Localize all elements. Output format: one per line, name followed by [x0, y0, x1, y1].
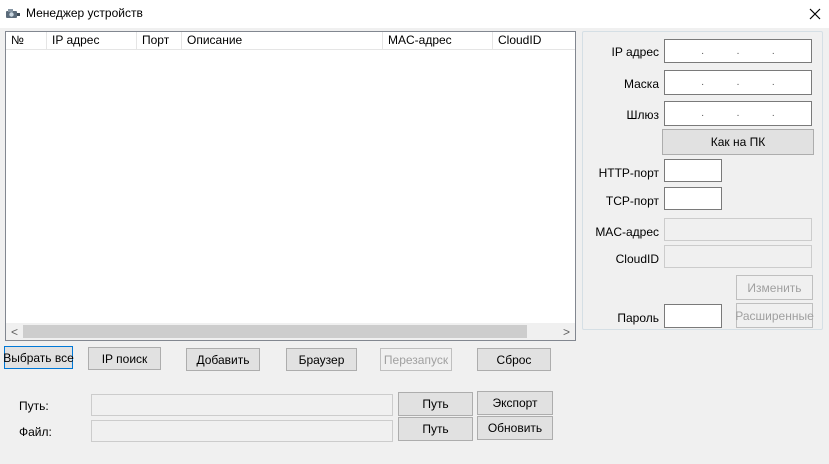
ip-address-input[interactable]: . . . [664, 39, 812, 63]
scroll-right-button[interactable]: > [558, 323, 575, 340]
device-list[interactable]: № IP адрес Порт Описание MAC-адрес Cloud… [5, 31, 576, 341]
http-port-label: HTTP-порт [598, 166, 659, 180]
title-bar: Менеджер устройств [0, 0, 829, 28]
close-button[interactable] [801, 0, 829, 28]
client-area: № IP адрес Порт Описание MAC-адрес Cloud… [0, 28, 829, 464]
password-input[interactable] [664, 304, 722, 328]
same-as-pc-button[interactable]: Как на ПК [662, 129, 814, 155]
column-mac-address[interactable]: MAC-адрес [383, 32, 493, 49]
scrollbar-thumb[interactable] [23, 325, 527, 338]
path-browse-button[interactable]: Путь [398, 392, 473, 416]
modify-button[interactable]: Изменить [736, 275, 813, 300]
add-button[interactable]: Добавить [186, 348, 260, 371]
close-icon [809, 8, 821, 20]
cloudid-field[interactable] [664, 245, 812, 268]
scroll-left-button[interactable]: < [6, 323, 23, 340]
mask-input[interactable]: . . . [664, 70, 812, 95]
restart-button[interactable]: Перезапуск [380, 348, 452, 371]
gateway-label: Шлюз [626, 108, 659, 122]
chevron-left-icon: < [10, 324, 18, 339]
mask-label: Маска [624, 77, 659, 91]
gateway-input[interactable]: . . . [664, 101, 812, 126]
export-button[interactable]: Экспорт [477, 391, 553, 415]
update-button[interactable]: Обновить [477, 416, 553, 440]
camera-icon [6, 9, 20, 18]
chevron-right-icon: > [562, 324, 570, 339]
tcp-port-input[interactable] [664, 187, 722, 210]
column-cloudid[interactable]: CloudID [493, 32, 575, 49]
path-label: Путь: [19, 399, 49, 413]
cloudid-label: CloudID [615, 252, 659, 266]
column-port[interactable]: Порт [137, 32, 182, 49]
http-port-input[interactable] [664, 159, 722, 182]
horizontal-scrollbar[interactable]: < > [6, 323, 575, 340]
reset-button[interactable]: Сброс [477, 348, 551, 371]
column-number[interactable]: № [6, 32, 47, 49]
browser-button[interactable]: Браузер [286, 348, 357, 371]
column-description[interactable]: Описание [182, 32, 383, 49]
select-all-button[interactable]: Выбрать все [3, 346, 74, 369]
file-field[interactable] [91, 420, 393, 442]
password-label: Пароль [617, 311, 659, 325]
column-ip-address[interactable]: IP адрес [47, 32, 137, 49]
advanced-button[interactable]: Расширенные [735, 303, 814, 328]
window-title: Менеджер устройств [26, 6, 143, 20]
device-settings-panel: IP адрес . . . Маска . . . Шлюз . . . Ка… [582, 31, 823, 330]
tcp-port-label: TCP-порт [605, 194, 659, 208]
mac-address-field[interactable] [664, 218, 812, 241]
file-label: Файл: [19, 425, 52, 439]
file-browse-button[interactable]: Путь [398, 417, 473, 441]
mac-address-label: MAC-адрес [595, 225, 659, 239]
device-list-header: № IP адрес Порт Описание MAC-адрес Cloud… [6, 32, 575, 50]
ip-address-label: IP адрес [611, 45, 659, 59]
ip-search-button[interactable]: IP поиск [88, 347, 161, 370]
path-field[interactable] [91, 394, 393, 416]
